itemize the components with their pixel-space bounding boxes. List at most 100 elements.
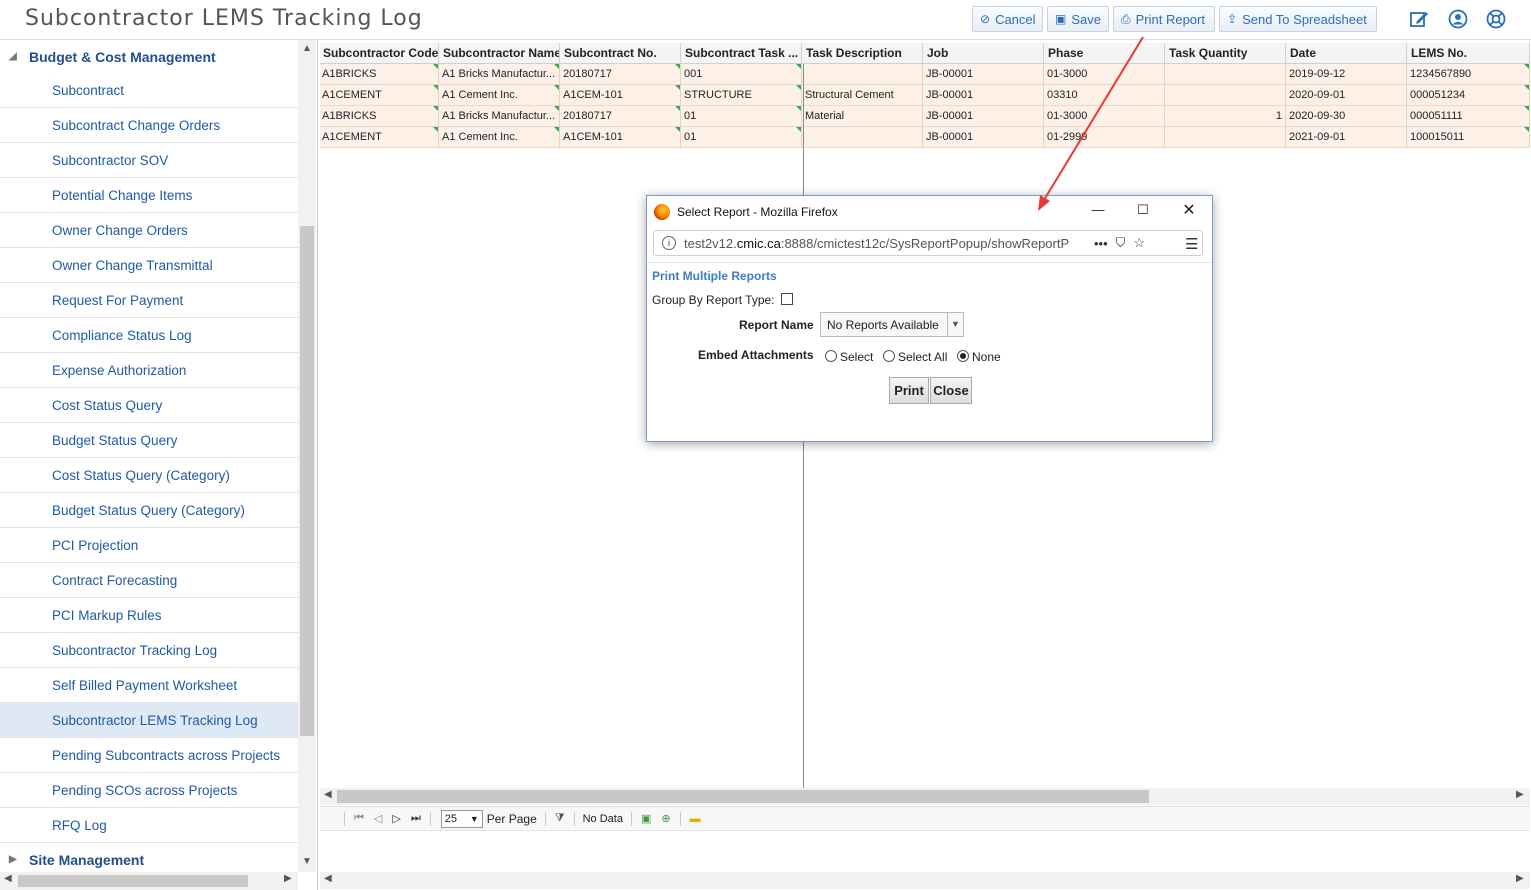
table-cell[interactable]: 20180717: [561, 64, 681, 85]
close-window-icon[interactable]: ✕: [1179, 200, 1199, 219]
pocket-icon[interactable]: ⛉: [1116, 235, 1126, 251]
table-cell[interactable]: 2019-09-12: [1287, 64, 1407, 85]
scroll-left-icon[interactable]: ◀: [4, 873, 12, 884]
table-cell[interactable]: A1 Cement Inc.: [440, 85, 560, 106]
table-cell[interactable]: A1CEM-101: [561, 85, 681, 106]
scroll-left-icon[interactable]: ◀: [324, 873, 332, 884]
table-cell[interactable]: 2020-09-30: [1287, 106, 1407, 127]
group-by-checkbox[interactable]: [781, 293, 793, 305]
delete-row-icon[interactable]: ▬: [690, 813, 701, 825]
table-cell[interactable]: A1BRICKS: [320, 106, 439, 127]
scroll-thumb[interactable]: [300, 226, 314, 736]
sidebar-item[interactable]: Contract Forecasting: [0, 563, 298, 598]
table-cell[interactable]: [1166, 85, 1286, 106]
help-icon[interactable]: [1486, 9, 1506, 29]
table-cell[interactable]: A1CEMENT: [320, 127, 439, 148]
last-page-icon[interactable]: ⏭: [411, 812, 421, 825]
scroll-right-icon[interactable]: ▶: [1516, 873, 1524, 884]
table-cell[interactable]: 000051111: [1408, 106, 1530, 127]
column-header[interactable]: Subcontract Task ...: [682, 43, 802, 64]
table-cell[interactable]: 2020-09-01: [1287, 85, 1407, 106]
table-cell[interactable]: A1 Bricks Manufactur...: [440, 106, 560, 127]
sidebar-item[interactable]: Request For Payment: [0, 283, 298, 318]
scroll-up-icon[interactable]: ▲: [298, 43, 316, 54]
report-name-select[interactable]: No Reports Available ▼: [820, 312, 964, 337]
sidebar-item[interactable]: Cost Status Query (Category): [0, 458, 298, 493]
sidebar-item[interactable]: Pending SCOs across Projects: [0, 773, 298, 808]
table-cell[interactable]: A1 Bricks Manufactur...: [440, 64, 560, 85]
send-to-spreadsheet-button[interactable]: ⇪ Send To Spreadsheet: [1219, 6, 1377, 32]
table-cell[interactable]: 100015011: [1408, 127, 1530, 148]
column-header[interactable]: Subcontractor Code: [320, 43, 439, 64]
sidebar-category-budget-cost[interactable]: ◢ Budget & Cost Management: [0, 40, 298, 73]
sidebar-item[interactable]: Budget Status Query (Category): [0, 493, 298, 528]
maximize-icon[interactable]: ☐: [1133, 202, 1153, 220]
table-cell[interactable]: A1CEM-101: [561, 127, 681, 148]
column-header[interactable]: Subcontractor Name: [440, 43, 560, 64]
grid-horizontal-scrollbar[interactable]: ◀ ▶: [320, 788, 1530, 805]
table-cell[interactable]: A1CEMENT: [320, 85, 439, 106]
column-header[interactable]: Task Quantity: [1166, 43, 1286, 64]
table-cell[interactable]: 01-3000: [1045, 106, 1165, 127]
sidebar-item[interactable]: Subcontractor Tracking Log: [0, 633, 298, 668]
table-cell[interactable]: [1166, 127, 1286, 148]
table-cell[interactable]: [803, 64, 923, 85]
table-cell[interactable]: JB-00001: [924, 106, 1044, 127]
table-cell[interactable]: A1 Cement Inc.: [440, 127, 560, 148]
table-cell[interactable]: JB-00001: [924, 85, 1044, 106]
scroll-down-icon[interactable]: ▼: [298, 856, 316, 867]
table-cell[interactable]: JB-00001: [924, 127, 1044, 148]
table-cell[interactable]: 03310: [1045, 85, 1165, 106]
table-row[interactable]: A1BRICKS A1 Bricks Manufactur... 20180717 0…: [320, 106, 1530, 127]
table-row[interactable]: A1CEMENT A1 Cement Inc. A1CEM-101 STRUCTURE…: [320, 85, 1530, 106]
first-page-icon[interactable]: ⏮: [354, 812, 364, 825]
more-options-icon[interactable]: •••: [1094, 236, 1108, 251]
hamburger-menu-icon[interactable]: ☰: [1185, 235, 1198, 253]
page-size-select[interactable]: 25 ▼: [440, 809, 483, 828]
bottom-horizontal-scrollbar[interactable]: ◀ ▶: [320, 872, 1530, 889]
sidebar-item[interactable]: RFQ Log: [0, 808, 298, 843]
print-button[interactable]: Print: [889, 377, 929, 404]
table-cell[interactable]: 1: [1166, 106, 1286, 127]
save-grid-icon[interactable]: ▣: [641, 812, 651, 825]
info-icon[interactable]: i: [662, 236, 676, 250]
table-row[interactable]: A1CEMENT A1 Cement Inc. A1CEM-101 01 JB-0000…: [320, 127, 1530, 148]
table-cell[interactable]: 1234567890: [1408, 64, 1530, 85]
prev-page-icon[interactable]: ◁: [374, 812, 382, 825]
sidebar-item[interactable]: Cost Status Query: [0, 388, 298, 423]
print-report-button[interactable]: ⎙ Print Report: [1113, 6, 1215, 32]
table-cell[interactable]: Material: [803, 106, 923, 127]
table-cell[interactable]: 01-3000: [1045, 64, 1165, 85]
column-header[interactable]: Subcontract No.: [561, 43, 681, 64]
table-cell[interactable]: 20180717: [561, 106, 681, 127]
scroll-right-icon[interactable]: ▶: [1516, 789, 1524, 800]
edit-icon[interactable]: [1409, 9, 1429, 29]
sidebar-item[interactable]: Expense Authorization: [0, 353, 298, 388]
sidebar-vertical-scrollbar[interactable]: ▲ ▼: [298, 40, 316, 872]
sidebar-item[interactable]: Owner Change Transmittal: [0, 248, 298, 283]
sidebar-item[interactable]: Owner Change Orders: [0, 213, 298, 248]
table-cell[interactable]: 01: [682, 127, 802, 148]
sidebar-item[interactable]: Potential Change Items: [0, 178, 298, 213]
sidebar-item[interactable]: Subcontract Change Orders: [0, 108, 298, 143]
scroll-thumb[interactable]: [337, 790, 1149, 803]
scroll-left-icon[interactable]: ◀: [324, 789, 332, 800]
bookmark-star-icon[interactable]: ☆: [1133, 235, 1145, 251]
table-cell[interactable]: 2021-09-01: [1287, 127, 1407, 148]
table-cell[interactable]: 000051234: [1408, 85, 1530, 106]
user-icon[interactable]: [1448, 9, 1468, 29]
table-cell[interactable]: 01: [682, 106, 802, 127]
embed-select-all-radio[interactable]: [883, 350, 895, 362]
table-cell[interactable]: [803, 127, 923, 148]
save-button[interactable]: ▣ Save: [1047, 6, 1109, 32]
table-cell[interactable]: [1166, 64, 1286, 85]
sidebar-item[interactable]: Self Billed Payment Worksheet: [0, 668, 298, 703]
table-cell[interactable]: A1BRICKS: [320, 64, 439, 85]
sidebar-item[interactable]: Subcontract: [0, 73, 298, 108]
embed-select-radio[interactable]: [825, 350, 837, 362]
filter-icon[interactable]: ⧩: [555, 812, 565, 825]
sidebar-item[interactable]: PCI Projection: [0, 528, 298, 563]
minimize-icon[interactable]: —: [1088, 202, 1108, 220]
table-cell[interactable]: 01-2999: [1045, 127, 1165, 148]
sidebar-item[interactable]: Pending Subcontracts across Projects: [0, 738, 298, 773]
